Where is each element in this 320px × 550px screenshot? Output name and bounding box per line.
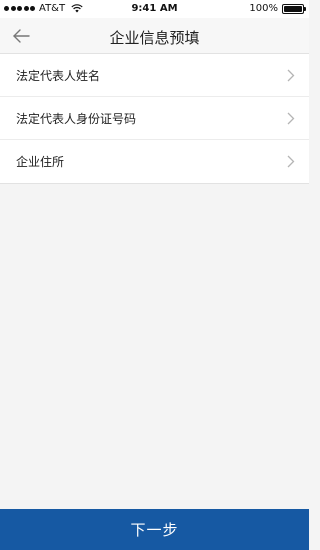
chevron-right-icon [287, 155, 295, 168]
chevron-right-icon [287, 69, 295, 82]
battery-icon [282, 3, 306, 14]
next-button[interactable]: 下一步 [0, 509, 309, 550]
list-item-company-address[interactable]: 企业住所 [0, 140, 309, 183]
list-item-label: 企业住所 [16, 155, 65, 169]
form-list: 法定代表人姓名 法定代表人身份证号码 企业住所 [0, 54, 309, 184]
list-item-label: 法定代表人姓名 [16, 68, 101, 83]
nav-bar: 企业信息预填 [0, 18, 309, 54]
chevron-right-icon [287, 112, 295, 125]
page-title: 企业信息预填 [109, 29, 200, 47]
list-item-label: 法定代表人身份证号码 [16, 111, 137, 126]
battery-percentage: 100% [249, 3, 278, 14]
list-item-legal-rep-name[interactable]: 法定代表人姓名 [0, 54, 309, 97]
status-right: 100% [249, 3, 306, 14]
list-item-legal-rep-id[interactable]: 法定代表人身份证号码 [0, 97, 309, 140]
screen: AT&T 9:41 AM 100% 企业信息预填 法定代表人姓名 法定代表人身份… [0, 0, 309, 550]
status-bar: AT&T 9:41 AM 100% [0, 0, 309, 18]
